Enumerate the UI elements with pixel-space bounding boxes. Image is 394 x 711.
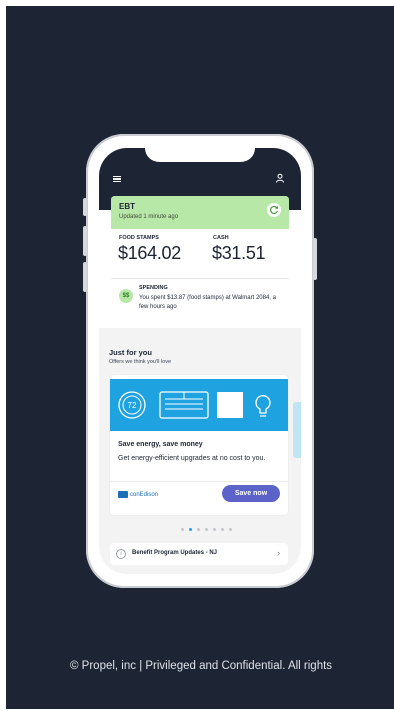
pagination-dot[interactable] bbox=[181, 528, 184, 531]
divider bbox=[111, 278, 289, 279]
phone-screen: EBT Updated 1 minute ago FOOD STAMPS $16… bbox=[99, 148, 301, 574]
offer-card[interactable]: 72 Save energy, save money Get energy-ef… bbox=[110, 375, 288, 515]
offer-title: Save energy, save money bbox=[118, 441, 203, 448]
phone-mockup: EBT Updated 1 minute ago FOOD STAMPS $16… bbox=[83, 134, 317, 588]
menu-icon[interactable] bbox=[113, 176, 121, 182]
spending-description: You spent $13.87 (food stamps) at Walmar… bbox=[139, 295, 276, 310]
phone-side-button bbox=[83, 198, 87, 216]
spending-icon: $$ bbox=[119, 289, 133, 303]
phone-notch bbox=[145, 148, 255, 162]
ebt-updated-time: Updated 1 minute ago bbox=[119, 214, 179, 220]
save-now-button[interactable]: Save now bbox=[222, 485, 280, 502]
carousel-pagination bbox=[181, 528, 232, 531]
pagination-dot[interactable] bbox=[189, 528, 192, 531]
phone-side-button bbox=[83, 262, 87, 292]
pagination-dot[interactable] bbox=[213, 528, 216, 531]
pagination-dot[interactable] bbox=[229, 528, 232, 531]
food-stamps-label: FOOD STAMPS bbox=[119, 235, 159, 241]
ebt-title: EBT bbox=[119, 202, 135, 211]
thermostat-icon: 72 bbox=[118, 391, 146, 419]
lightbulb-icon bbox=[217, 392, 271, 418]
ebt-balance-card[interactable]: EBT Updated 1 minute ago FOOD STAMPS $16… bbox=[111, 196, 289, 324]
cash-balance: $31.51 bbox=[212, 243, 266, 263]
spending-title: SPENDING bbox=[139, 285, 168, 291]
offer-illustration: 72 bbox=[110, 379, 288, 431]
presentation-slide: EBT Updated 1 minute ago FOOD STAMPS $16… bbox=[6, 6, 394, 709]
chevron-right-icon: › bbox=[277, 548, 280, 558]
pagination-dot[interactable] bbox=[197, 528, 200, 531]
brand-name: conEdison bbox=[130, 491, 159, 498]
benefit-updates-label: Benefit Program Updates - NJ bbox=[132, 550, 218, 556]
thermostat-value: 72 bbox=[128, 401, 137, 410]
section-subtitle: Offers we think you'll love bbox=[109, 359, 172, 365]
brand-mark bbox=[118, 491, 128, 498]
food-stamps-balance: $164.02 bbox=[118, 243, 181, 263]
profile-icon[interactable] bbox=[275, 173, 285, 183]
section-title: Just for you bbox=[109, 348, 152, 357]
refresh-icon[interactable] bbox=[267, 203, 281, 217]
cash-label: CASH bbox=[213, 235, 229, 241]
footer-confidentiality-note: © Propel, inc | Privileged and Confident… bbox=[70, 660, 333, 672]
phone-side-button bbox=[83, 226, 87, 256]
next-offer-card-peek[interactable] bbox=[293, 402, 301, 458]
pagination-dot[interactable] bbox=[205, 528, 208, 531]
divider bbox=[110, 481, 288, 482]
ebt-card-header: EBT Updated 1 minute ago bbox=[111, 196, 289, 229]
offer-description: Get energy-efficient upgrades at no cost… bbox=[118, 455, 266, 462]
window-ac-icon bbox=[159, 391, 209, 419]
coned-logo-icon: conEdison bbox=[118, 491, 158, 498]
info-icon: i bbox=[116, 549, 126, 559]
benefit-updates-row[interactable]: i Benefit Program Updates - NJ › bbox=[110, 543, 288, 565]
pagination-dot[interactable] bbox=[221, 528, 224, 531]
phone-side-button bbox=[313, 238, 317, 280]
